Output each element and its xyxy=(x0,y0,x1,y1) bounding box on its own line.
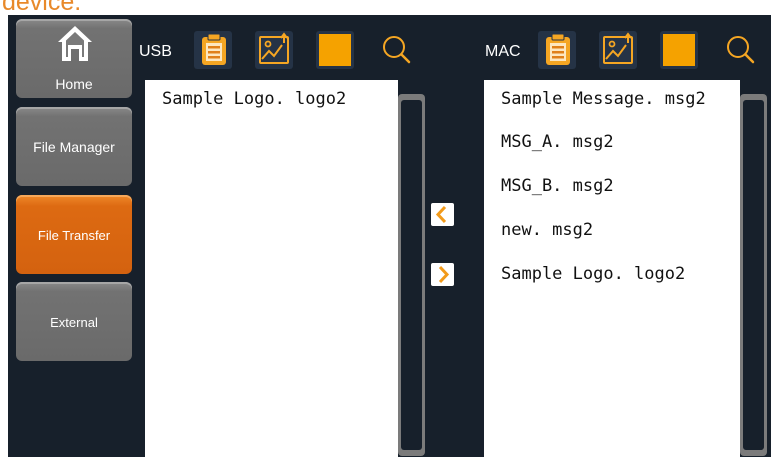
usb-scrollbar-thumb[interactable] xyxy=(401,100,422,450)
mac-scrollbar-thumb[interactable] xyxy=(743,100,764,450)
usb-select-all-button[interactable] xyxy=(316,31,354,69)
search-icon xyxy=(383,36,411,64)
message-list-icon xyxy=(546,33,570,65)
transfer-to-mac-button[interactable] xyxy=(431,263,454,286)
message-list-icon xyxy=(202,33,226,65)
select-all-square-icon xyxy=(319,34,351,66)
usb-logo-image-button[interactable] xyxy=(255,31,293,69)
usb-search-button[interactable] xyxy=(378,31,416,69)
chevron-right-icon xyxy=(438,265,450,284)
transfer-to-usb-button[interactable] xyxy=(431,203,454,226)
mac-file-item[interactable]: MSG_A. msg2 xyxy=(501,132,614,152)
search-icon xyxy=(727,36,755,64)
usb-file-list[interactable]: Sample Logo. logo2 xyxy=(145,80,398,457)
logo-image-icon xyxy=(259,32,289,64)
nav-file-manager-button[interactable]: File Manager xyxy=(16,107,132,186)
nav-home-button[interactable]: Home xyxy=(16,19,132,98)
logo-image-icon xyxy=(603,32,633,64)
mac-file-item[interactable]: MSG_B. msg2 xyxy=(501,176,614,196)
select-all-square-icon xyxy=(663,34,695,66)
nav-external-label: External xyxy=(50,315,98,330)
mac-search-button[interactable] xyxy=(722,31,760,69)
usb-pane-label: USB xyxy=(139,43,172,60)
mac-file-list[interactable]: Sample Message. msg2 MSG_A. msg2 MSG_B. … xyxy=(484,80,740,457)
home-icon xyxy=(58,26,92,61)
mac-message-list-button[interactable] xyxy=(538,31,576,69)
usb-file-item[interactable]: Sample Logo. logo2 xyxy=(162,89,346,109)
mac-file-item[interactable]: Sample Logo. logo2 xyxy=(501,264,685,284)
mac-file-item[interactable]: new. msg2 xyxy=(501,220,593,240)
nav-external-button[interactable]: External xyxy=(16,282,132,361)
mac-select-all-button[interactable] xyxy=(660,31,698,69)
device-screen: Home File Manager File Transfer External… xyxy=(8,15,771,457)
mac-file-item[interactable]: Sample Message. msg2 xyxy=(501,89,706,109)
usb-message-list-button[interactable] xyxy=(194,31,232,69)
nav-file-transfer-label: File Transfer xyxy=(37,228,111,243)
nav-file-transfer-button[interactable]: File Transfer xyxy=(16,195,132,274)
usb-scrollbar[interactable] xyxy=(398,94,425,456)
mac-logo-image-button[interactable] xyxy=(599,31,637,69)
chevron-left-icon xyxy=(435,205,447,224)
nav-file-manager-label: File Manager xyxy=(33,139,115,155)
nav-home-label: Home xyxy=(55,76,93,92)
mac-pane-label: MAC xyxy=(485,43,521,60)
mac-scrollbar[interactable] xyxy=(740,94,767,456)
